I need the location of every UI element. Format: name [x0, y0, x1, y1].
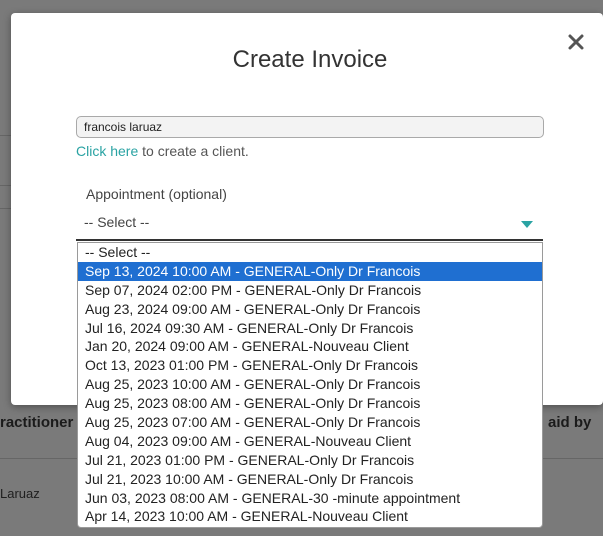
client-search-input[interactable] — [76, 116, 544, 138]
create-client-hint: Click here to create a client. — [76, 143, 249, 159]
dropdown-option[interactable]: Jul 16, 2024 09:30 AM - GENERAL-Only Dr … — [78, 319, 542, 338]
appointment-dropdown-list[interactable]: -- Select -- Sep 13, 2024 10:00 AM - GEN… — [77, 242, 543, 528]
create-client-text: to create a client. — [138, 143, 249, 159]
dropdown-option[interactable]: Aug 23, 2024 09:00 AM - GENERAL-Only Dr … — [78, 300, 542, 319]
appointment-select-value: -- Select -- — [84, 214, 150, 230]
dropdown-option[interactable]: Aug 04, 2023 09:00 AM - GENERAL-Nouveau … — [78, 432, 542, 451]
create-client-link[interactable]: Click here — [76, 143, 138, 159]
modal-title: Create Invoice — [232, 46, 388, 73]
dropdown-option[interactable]: Aug 25, 2023 10:00 AM - GENERAL-Only Dr … — [78, 375, 542, 394]
dropdown-option[interactable]: Jun 03, 2023 08:00 AM - GENERAL-30 -minu… — [78, 489, 542, 508]
dropdown-option[interactable]: Apr 14, 2023 10:00 AM - GENERAL-Nouveau … — [78, 507, 542, 526]
dropdown-option[interactable]: Jul 21, 2023 10:00 AM - GENERAL-Only Dr … — [78, 470, 542, 489]
bg-row-client: Laruaz — [0, 486, 40, 501]
dropdown-option[interactable]: Jan 20, 2024 09:00 AM - GENERAL-Nouveau … — [78, 337, 542, 356]
dropdown-option[interactable]: Oct 13, 2023 01:00 PM - GENERAL-Only Dr … — [78, 356, 542, 375]
bg-header-practitioner: ractitioner — [0, 414, 74, 431]
appointment-label: Appointment (optional) — [86, 186, 227, 202]
dropdown-option[interactable]: Sep 07, 2024 02:00 PM - GENERAL-Only Dr … — [78, 281, 542, 300]
dropdown-option[interactable]: Jul 21, 2023 01:00 PM - GENERAL-Only Dr … — [78, 451, 542, 470]
appointment-select[interactable]: -- Select -- — [76, 211, 543, 241]
caret-down-icon — [521, 221, 533, 228]
bg-header-paid-by: aid by — [548, 414, 592, 431]
dropdown-option-highlighted[interactable]: Sep 13, 2024 10:00 AM - GENERAL-Only Dr … — [78, 261, 542, 281]
dropdown-option[interactable]: Aug 25, 2023 08:00 AM - GENERAL-Only Dr … — [78, 394, 542, 413]
dropdown-option[interactable]: Aug 25, 2023 07:00 AM - GENERAL-Only Dr … — [78, 413, 542, 432]
dropdown-option[interactable]: -- Select -- — [78, 243, 542, 262]
